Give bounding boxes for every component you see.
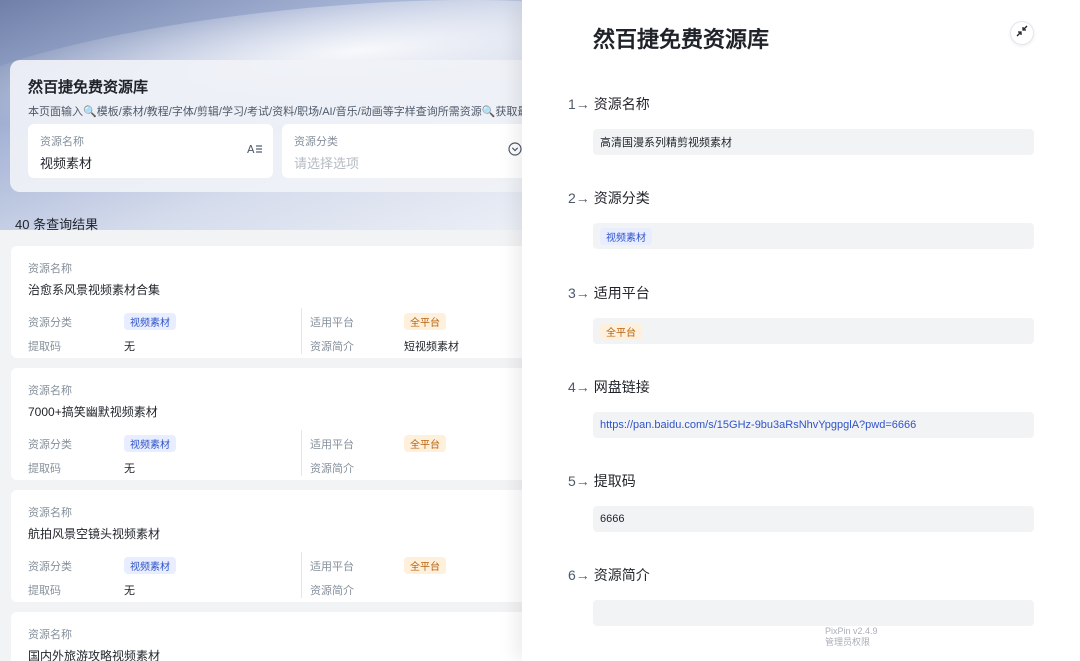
result-count: 40 条查询结果 bbox=[15, 217, 99, 232]
field-label: 提取码 bbox=[593, 473, 636, 489]
result-name: 航拍风景空镜头视频素材 bbox=[28, 527, 161, 541]
result-name-label: 资源名称 bbox=[28, 385, 72, 397]
detail-field-link: 4→ 网盘链接 https://pan.baidu.com/s/15GHz-9bu… bbox=[568, 377, 1034, 438]
category-tag: 视频素材 bbox=[124, 435, 176, 452]
field-label: 网盘链接 bbox=[593, 379, 650, 395]
result-intro-value: 短视频素材 bbox=[404, 341, 459, 353]
detail-field-category: 2→ 资源分类 视频素材 bbox=[568, 188, 1034, 249]
resource-name-search-field[interactable]: 资源名称 视频素材 A bbox=[28, 124, 273, 178]
field-number: 4→ bbox=[568, 379, 590, 395]
detail-field-name: 1→ 资源名称 高清国漫系列精剪视频素材 bbox=[568, 94, 1034, 155]
field-number: 5→ bbox=[568, 473, 590, 489]
collapse-button[interactable] bbox=[1010, 21, 1034, 45]
svg-text:A: A bbox=[247, 143, 255, 156]
column-divider bbox=[301, 308, 302, 354]
field-number: 3→ bbox=[568, 285, 590, 301]
result-intro-label: 资源简介 bbox=[310, 341, 354, 353]
search-panel: 然百捷免费资源库 本页面输入🔍模板/素材/教程/字体/剪辑/学习/考试/资料/职… bbox=[10, 60, 570, 192]
resource-name-input[interactable]: 视频素材 bbox=[40, 153, 261, 172]
result-name-label: 资源名称 bbox=[28, 263, 72, 275]
platform-tag: 全平台 bbox=[404, 313, 446, 330]
result-name: 国内外旅游攻略视频素材 bbox=[28, 649, 161, 661]
detail-field-intro: 6→ 资源简介 bbox=[568, 565, 1034, 626]
drawer-title: 然百捷免费资源库 bbox=[593, 27, 770, 52]
platform-tag: 全平台 bbox=[600, 322, 642, 340]
detail-field-code: 5→ 提取码 6666 bbox=[568, 471, 1034, 532]
result-code-value: 无 bbox=[124, 585, 135, 597]
resource-category-select[interactable]: 资源分类 请选择选项 bbox=[282, 124, 532, 178]
result-code-label: 提取码 bbox=[28, 341, 61, 353]
resource-name-value[interactable]: 高清国漫系列精剪视频素材 bbox=[593, 129, 1034, 155]
field-label: 适用平台 bbox=[593, 285, 650, 301]
field-number: 1→ bbox=[568, 96, 590, 112]
resource-category-value[interactable]: 视频素材 bbox=[593, 223, 1034, 249]
result-name-label: 资源名称 bbox=[28, 507, 72, 519]
result-intro-label: 资源简介 bbox=[310, 463, 354, 475]
result-code-value: 无 bbox=[124, 341, 135, 353]
text-format-icon[interactable]: A bbox=[247, 142, 263, 159]
resource-intro-value[interactable] bbox=[593, 600, 1034, 626]
result-intro-label: 资源简介 bbox=[310, 585, 354, 597]
field-number: 6→ bbox=[568, 567, 590, 583]
field-label: 资源分类 bbox=[593, 190, 650, 206]
collapse-arrows-icon bbox=[1016, 24, 1028, 42]
category-tag: 视频素材 bbox=[124, 313, 176, 330]
result-card[interactable]: 资源名称 航拍风景空镜头视频素材 资源分类 视频素材 适用平台 全平台 提取码 … bbox=[11, 490, 571, 602]
category-tag: 视频素材 bbox=[124, 557, 176, 574]
result-card[interactable]: 资源名称 治愈系风景视频素材合集 资源分类 视频素材 适用平台 全平台 提取码 … bbox=[11, 246, 571, 358]
app-watermark: PixPin v2.4.9 管理员权限 bbox=[825, 626, 878, 648]
result-code-label: 提取码 bbox=[28, 585, 61, 597]
netdisk-link-box[interactable]: https://pan.baidu.com/s/15GHz-9bu3aRsNhv… bbox=[593, 412, 1034, 438]
result-name-label: 资源名称 bbox=[28, 629, 72, 641]
platform-tag: 全平台 bbox=[404, 435, 446, 452]
netdisk-link[interactable]: https://pan.baidu.com/s/15GHz-9bu3aRsNhv… bbox=[600, 419, 916, 431]
result-name: 治愈系风景视频素材合集 bbox=[28, 283, 161, 297]
resource-category-label: 资源分类 bbox=[294, 136, 338, 148]
extraction-code-value[interactable]: 6666 bbox=[593, 506, 1034, 532]
result-platform-label: 适用平台 bbox=[310, 561, 354, 573]
watermark-permission: 管理员权限 bbox=[825, 637, 871, 647]
result-category-label: 资源分类 bbox=[28, 317, 72, 329]
resource-name-label: 资源名称 bbox=[40, 136, 84, 148]
result-category-label: 资源分类 bbox=[28, 439, 72, 451]
chevron-down-circle-icon[interactable] bbox=[508, 142, 522, 159]
app-description: 本页面输入🔍模板/素材/教程/字体/剪辑/学习/考试/资料/职场/AI/音乐/动… bbox=[28, 106, 540, 118]
result-code-label: 提取码 bbox=[28, 463, 61, 475]
column-divider bbox=[301, 430, 302, 476]
result-code-value: 无 bbox=[124, 463, 135, 475]
field-label: 资源简介 bbox=[593, 567, 650, 583]
result-card[interactable]: 资源名称 国内外旅游攻略视频素材 bbox=[11, 612, 571, 661]
result-category-label: 资源分类 bbox=[28, 561, 72, 573]
resource-detail-drawer: 然百捷免费资源库 1→ 资源名称 高清国漫系列精剪视频素材 2→ 资源分类 视频素材… bbox=[522, 0, 1080, 661]
platform-value[interactable]: 全平台 bbox=[593, 318, 1034, 344]
resource-category-placeholder[interactable]: 请选择选项 bbox=[294, 153, 520, 172]
category-tag: 视频素材 bbox=[600, 227, 652, 245]
app-title: 然百捷免费资源库 bbox=[28, 79, 149, 96]
result-platform-label: 适用平台 bbox=[310, 317, 354, 329]
column-divider bbox=[301, 552, 302, 598]
platform-tag: 全平台 bbox=[404, 557, 446, 574]
field-number: 2→ bbox=[568, 190, 590, 206]
result-name: 7000+搞笑幽默视频素材 bbox=[28, 405, 158, 419]
field-label: 资源名称 bbox=[593, 96, 650, 112]
detail-field-platform: 3→ 适用平台 全平台 bbox=[568, 283, 1034, 344]
result-card[interactable]: 资源名称 7000+搞笑幽默视频素材 资源分类 视频素材 适用平台 全平台 提取… bbox=[11, 368, 571, 480]
watermark-version: PixPin v2.4.9 bbox=[825, 626, 878, 636]
result-platform-label: 适用平台 bbox=[310, 439, 354, 451]
